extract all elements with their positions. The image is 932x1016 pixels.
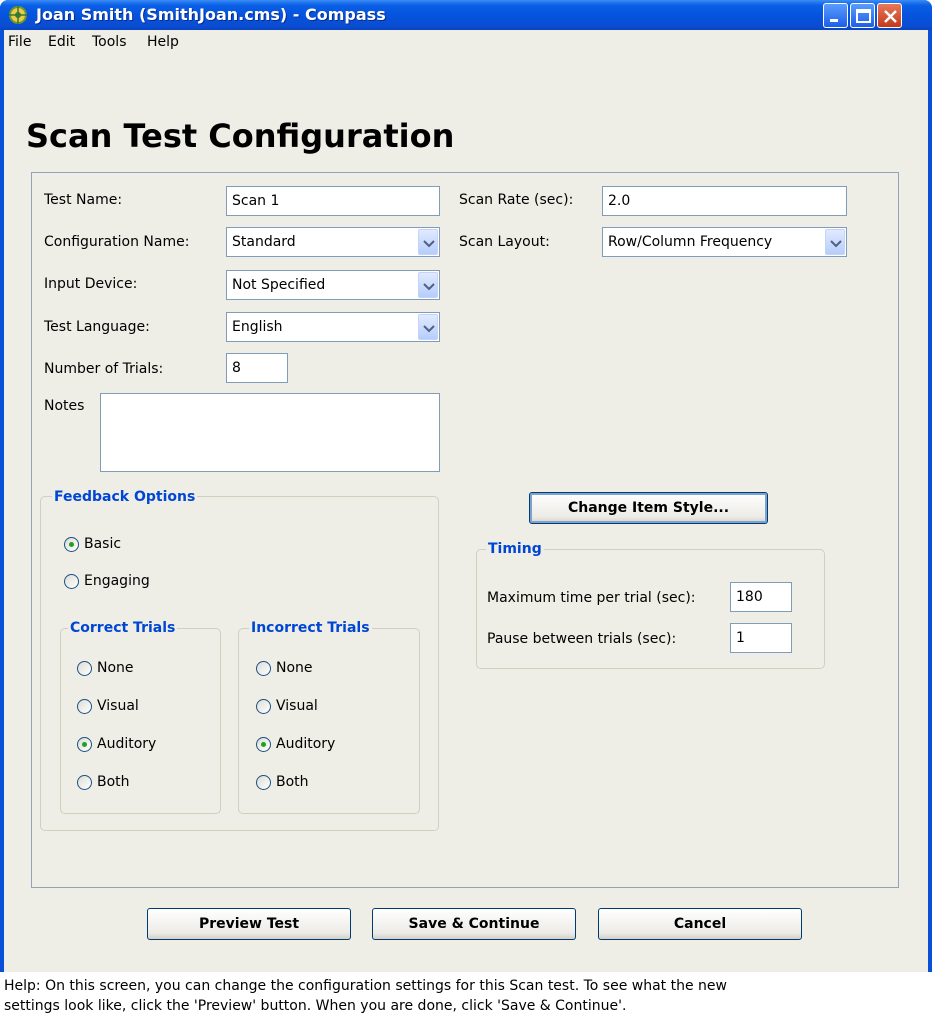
radio-unselected-icon xyxy=(256,774,271,790)
title-bar[interactable]: Joan Smith (SmithJoan.cms) - Compass xyxy=(0,0,932,30)
input-device-value: Not Specified xyxy=(232,277,326,293)
radio-selected-icon xyxy=(77,736,92,752)
dropdown-arrow-icon[interactable] xyxy=(418,229,438,255)
timing-title: Timing xyxy=(486,541,544,557)
dropdown-arrow-icon[interactable] xyxy=(825,229,845,255)
radio-unselected-icon xyxy=(77,774,92,790)
maximize-button[interactable] xyxy=(850,3,875,28)
input-device-select[interactable]: Not Specified xyxy=(226,270,440,300)
notes-textarea[interactable] xyxy=(100,393,440,472)
preview-test-button[interactable]: Preview Test xyxy=(147,908,351,940)
incorrect-visual-radio[interactable]: Visual xyxy=(256,698,318,714)
correct-auditory-radio[interactable]: Auditory xyxy=(77,736,156,752)
number-of-trials-input[interactable]: 8 xyxy=(226,353,288,383)
max-time-label: Maximum time per trial (sec): xyxy=(487,590,696,606)
radio-unselected-icon xyxy=(256,698,271,714)
input-device-label: Input Device: xyxy=(44,276,138,292)
radio-unselected-icon xyxy=(77,698,92,714)
minimize-button[interactable] xyxy=(823,3,848,28)
page-title: Scan Test Configuration xyxy=(26,117,455,155)
notes-label: Notes xyxy=(44,398,85,414)
correct-none-label: None xyxy=(97,660,134,676)
window-title: Joan Smith (SmithJoan.cms) - Compass xyxy=(36,5,386,24)
incorrect-none-label: None xyxy=(276,660,313,676)
incorrect-both-label: Both xyxy=(276,774,309,790)
menu-edit[interactable]: Edit xyxy=(48,34,75,50)
number-of-trials-label: Number of Trials: xyxy=(44,361,164,377)
correct-both-label: Both xyxy=(97,774,130,790)
close-button[interactable] xyxy=(877,3,902,28)
maximize-icon xyxy=(856,9,871,23)
test-language-label: Test Language: xyxy=(44,319,150,335)
feedback-options-title: Feedback Options xyxy=(52,489,198,505)
incorrect-visual-label: Visual xyxy=(276,698,318,714)
incorrect-both-radio[interactable]: Both xyxy=(256,774,309,790)
correct-auditory-label: Auditory xyxy=(97,736,157,752)
scan-layout-select[interactable]: Row/Column Frequency xyxy=(602,227,847,257)
dropdown-arrow-icon[interactable] xyxy=(418,272,438,298)
menu-help[interactable]: Help xyxy=(147,34,179,50)
close-icon xyxy=(884,10,897,23)
test-language-value: English xyxy=(232,319,283,335)
radio-unselected-icon xyxy=(256,660,271,676)
test-language-select[interactable]: English xyxy=(226,312,440,342)
compass-app-icon xyxy=(9,6,27,24)
help-text-area: Help: On this screen, you can change the… xyxy=(0,972,932,1016)
menu-file[interactable]: File xyxy=(8,34,31,50)
configuration-name-select[interactable]: Standard xyxy=(226,227,440,257)
correct-visual-radio[interactable]: Visual xyxy=(77,698,139,714)
pause-input[interactable]: 1 xyxy=(730,623,792,653)
correct-visual-label: Visual xyxy=(97,698,139,714)
radio-unselected-icon xyxy=(64,573,79,589)
correct-trials-title: Correct Trials xyxy=(68,620,178,636)
test-name-label: Test Name: xyxy=(44,192,123,208)
save-continue-button[interactable]: Save & Continue xyxy=(372,908,576,940)
max-time-input[interactable]: 180 xyxy=(730,582,792,612)
help-text-line-1: Help: On this screen, you can change the… xyxy=(4,978,727,994)
scan-rate-label: Scan Rate (sec): xyxy=(459,192,574,208)
menu-tools[interactable]: Tools xyxy=(92,34,127,50)
incorrect-none-radio[interactable]: None xyxy=(256,660,313,676)
correct-both-radio[interactable]: Both xyxy=(77,774,130,790)
test-name-input[interactable]: Scan 1 xyxy=(226,186,440,216)
pause-label: Pause between trials (sec): xyxy=(487,631,677,647)
feedback-engaging-label: Engaging xyxy=(84,573,150,589)
change-item-style-button[interactable]: Change Item Style... xyxy=(529,492,768,524)
configuration-name-value: Standard xyxy=(232,234,296,250)
incorrect-auditory-label: Auditory xyxy=(276,736,336,752)
radio-selected-icon xyxy=(64,536,79,552)
configuration-name-label: Configuration Name: xyxy=(44,234,190,250)
scan-rate-input[interactable]: 2.0 xyxy=(602,186,847,216)
cancel-button[interactable]: Cancel xyxy=(598,908,802,940)
feedback-basic-label: Basic xyxy=(84,536,122,552)
radio-selected-icon xyxy=(256,736,271,752)
incorrect-trials-title: Incorrect Trials xyxy=(249,620,372,636)
feedback-engaging-radio[interactable]: Engaging xyxy=(64,573,150,589)
help-text-line-2: settings look like, click the 'Preview' … xyxy=(4,998,627,1014)
scan-layout-value: Row/Column Frequency xyxy=(608,234,773,250)
minimize-icon xyxy=(830,19,838,22)
menu-bar: File Edit Tools Help xyxy=(4,30,928,54)
incorrect-auditory-radio[interactable]: Auditory xyxy=(256,736,335,752)
scan-layout-label: Scan Layout: xyxy=(459,234,550,250)
radio-unselected-icon xyxy=(77,660,92,676)
feedback-basic-radio[interactable]: Basic xyxy=(64,536,121,552)
correct-none-radio[interactable]: None xyxy=(77,660,134,676)
dropdown-arrow-icon[interactable] xyxy=(418,314,438,340)
